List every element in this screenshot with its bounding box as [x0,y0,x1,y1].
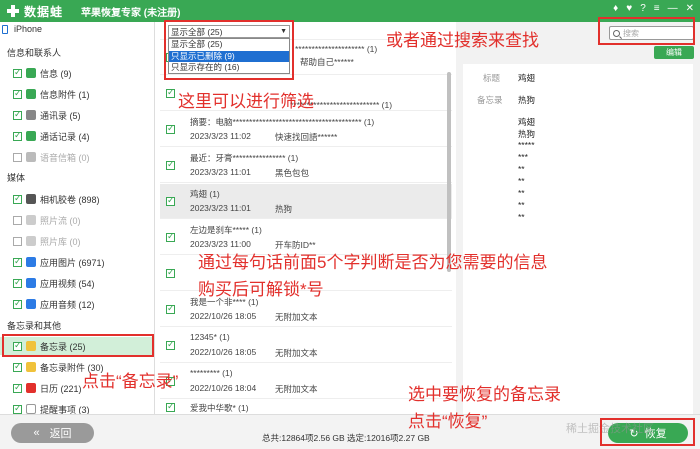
close-icon[interactable]: ✕ [686,3,694,14]
minimize-icon[interactable]: — [668,3,678,14]
app-title: 苹果恢复专家 (未注册) [81,7,181,19]
photostream-icon [26,215,36,225]
sidebar-item-photo-library[interactable]: 照片库 (0) [0,232,154,250]
checkbox[interactable] [166,159,175,170]
photolibrary-icon [26,236,36,246]
message-icon [26,68,36,78]
annotation-unlock-tip: 购买后可解锁*号 [198,280,324,299]
checkbox[interactable] [166,123,175,134]
sidebar-item-message-attachments[interactable]: 信息附件 (1) [0,85,154,103]
sidebar-item-call-log[interactable]: 通话记录 (4) [0,127,154,145]
detail-panel: 搜索 编辑 标题 鸡翅 备忘录 热狗 鸡翅 热狗 ***** *** ** **… [456,22,700,414]
note-value: 热狗 [518,95,536,105]
back-button[interactable]: « 返回 [11,423,94,443]
filter-dropdown: 显示全部 (25) 只显示已删除 (9) 只显示存在的 (16) [168,38,290,74]
sidebar-item-app-audio[interactable]: 应用音频 (12) [0,295,154,313]
device-row[interactable]: iPhone [0,22,154,36]
checkbox[interactable] [13,382,22,393]
checkbox[interactable] [13,361,22,372]
checkbox[interactable] [166,401,175,412]
title-label: 标题 [483,73,501,83]
status-text: 总共:12864项2.56 GB 选定:12016项2.27 GB [262,433,430,443]
checkbox[interactable] [166,231,175,242]
checkbox[interactable] [13,298,22,309]
sidebar-item-voicemail[interactable]: 语音信箱 (0) [0,148,154,166]
logo-plus-icon [6,4,20,18]
edit-button[interactable]: 编辑 [654,46,694,59]
heart-icon[interactable]: ♥ [626,3,632,14]
sidebar-item-app-videos[interactable]: 应用视频 (54) [0,274,154,292]
annotation-search-tip: 或者通过搜索来查找 [386,31,539,50]
annotation-box-recover [600,418,695,446]
annotation-box-search [598,17,695,45]
message-list-panel: 显示全部 (25) ▼ 显示全部 (25) 只显示已删除 (9) 只显示存在的 … [160,22,456,414]
annotation-filter-tip: 这里可以进行筛选 [178,92,314,111]
checkbox[interactable] [166,87,175,98]
checkbox[interactable] [13,130,22,141]
checkbox[interactable] [166,303,175,314]
annotation-judge-tip: 通过每句话前面5个字判断是否为您需要的信息 [198,253,548,272]
category-messages-contacts: 信息和联系人 [7,47,62,58]
list-item[interactable]: 12345* (1)2022/10/26 18:05无附加文本 [160,328,452,363]
list-item-selected[interactable]: 鸡翅 (1)2023/3/23 11:01热狗 [160,184,452,219]
help-icon[interactable]: ? [640,3,646,14]
sidebar-item-contacts[interactable]: 通讯录 (5) [0,106,154,124]
notes-attachment-icon [26,362,36,372]
calendar-icon [26,383,36,393]
checkbox[interactable] [13,193,22,204]
checkbox[interactable] [166,339,175,350]
voicemail-icon [26,152,36,162]
checkbox[interactable] [13,236,22,246]
app-logo: 数据蛙 [6,3,63,20]
checkbox[interactable] [13,67,22,78]
sidebar-item-photo-stream[interactable]: 照片流 (0) [0,211,154,229]
sidebar-item-app-images[interactable]: 应用图片 (6971) [0,253,154,271]
device-name: iPhone [14,24,43,34]
annotation-select-notes-tip: 选中要恢复的备忘录 [408,385,561,404]
checkbox[interactable] [13,277,22,288]
note-label: 备忘录 [477,95,503,105]
sidebar-scrollbar[interactable] [154,122,155,212]
sidebar-item-reminders[interactable]: 提醒事项 (3) [0,400,154,414]
app-image-icon [26,257,36,267]
list-scrollbar[interactable] [447,72,451,272]
category-notes-other: 备忘录和其他 [7,320,62,331]
filter-option-existing[interactable]: 只显示存在的 (16) [169,62,289,74]
double-chevron-left-icon: « [33,427,40,439]
menu-icon[interactable]: ≡ [654,3,660,14]
camera-icon [26,194,36,204]
list-item[interactable]: 最近：牙膏**************** (1)2023/3/23 11:01… [160,148,452,183]
checkbox[interactable] [13,109,22,120]
app-video-icon [26,278,36,288]
reminder-icon [26,404,36,414]
checkbox[interactable] [13,403,22,414]
diamond-icon[interactable]: ♦ [613,3,618,14]
checkbox[interactable] [166,267,175,278]
checkbox[interactable] [13,215,22,225]
note-detail: 标题 鸡翅 备忘录 热狗 鸡翅 热狗 ***** *** ** ** ** **… [463,64,693,414]
app-audio-icon [26,299,36,309]
filter-option-deleted[interactable]: 只显示已删除 (9) [169,50,289,62]
checkbox[interactable] [13,152,22,162]
iphone-icon [2,24,8,34]
list-item[interactable]: 摘要：电脑***********************************… [160,112,452,147]
checkbox[interactable] [166,195,175,206]
phone-icon [26,131,36,141]
annotation-click-recover-tip: 点击“恢复” [408,412,488,431]
sidebar-item-messages[interactable]: 信息 (9) [0,64,154,82]
attachment-icon [26,89,36,99]
sidebar-item-camera-roll[interactable]: 相机胶卷 (898) [0,190,154,208]
title-value: 鸡翅 [518,73,536,83]
logo-text: 数据蛙 [24,4,64,19]
title-bar: 数据蛙 苹果恢复专家 (未注册) ♦ ♥ ? ≡ — ✕ [0,0,700,22]
annotation-click-notes-tip: 点击“备忘录” [82,372,179,391]
annotation-box-notes [2,334,154,357]
checkbox[interactable] [13,88,22,99]
checkbox[interactable] [13,256,22,267]
contacts-icon [26,110,36,120]
filter-option-all[interactable]: 显示全部 (25) [169,39,289,51]
category-media: 媒体 [7,172,26,183]
